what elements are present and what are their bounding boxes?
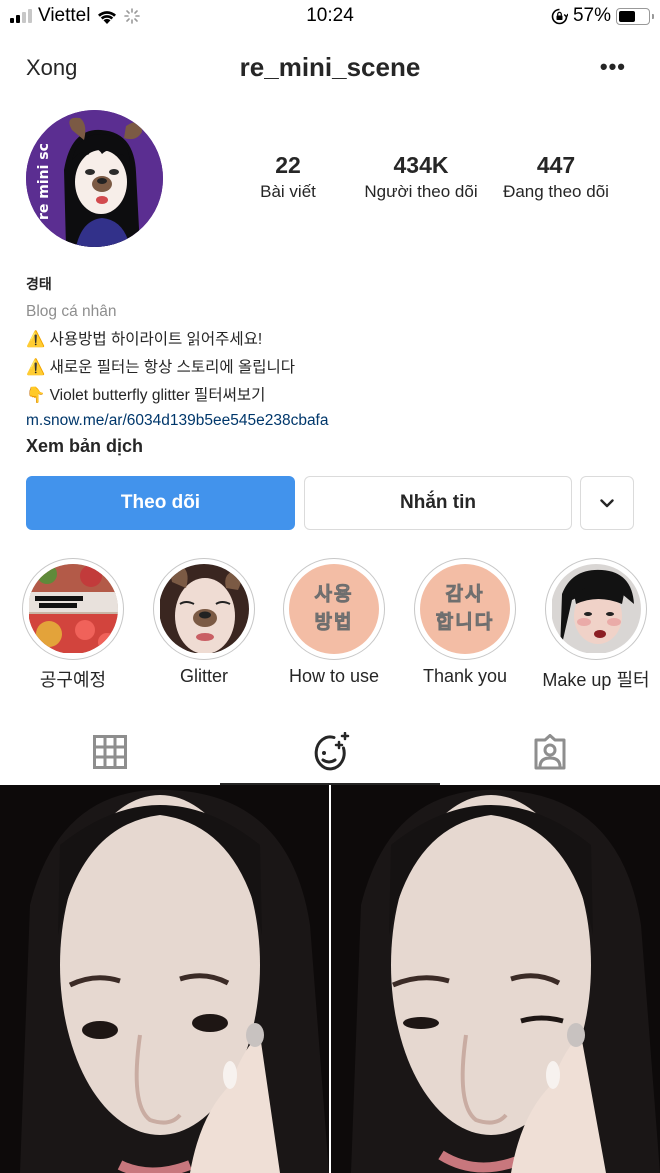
thumbnail-text: 사용 (314, 583, 354, 605)
highlight-ring (22, 558, 124, 660)
highlight-thumbnail (28, 564, 118, 654)
display-name: 경태 (26, 276, 52, 292)
highlight-ring: 감사 합니다 (414, 558, 516, 660)
thumbnail-text: 방법 (314, 612, 354, 634)
avatar-illustration: re mini sc (26, 110, 163, 247)
profile-stats: 22 Bài viết 434K Người theo dõi 447 Đang… (240, 152, 620, 202)
grid-icon (93, 734, 127, 769)
profile-tabs (0, 718, 660, 785)
stat-following-value: 447 (536, 152, 576, 178)
highlight-item[interactable]: 사용 방법 How to use (269, 558, 399, 687)
stat-posts-value: 22 (275, 152, 301, 178)
status-right: 57% (551, 5, 654, 27)
face-sparkle-icon (314, 731, 350, 770)
bio-line: 👇 Violet butterfly glitter 필터써보기 (26, 387, 266, 404)
bio-link[interactable]: m.snow.me/ar/6034d139b5ee545e238cbafa (26, 412, 626, 430)
stat-following[interactable]: 447 Đang theo dõi (496, 152, 616, 202)
tagged-person-icon (534, 733, 566, 769)
highlight-thumbnail: 사용 방법 (289, 564, 379, 654)
nav-bar: Xong re_mini_scene ••• (0, 46, 660, 90)
done-button[interactable]: Xong (26, 55, 77, 81)
stat-posts[interactable]: 22 Bài viết (240, 152, 336, 202)
see-translation-link[interactable]: Xem bản dịch (26, 436, 626, 457)
highlight-item[interactable]: Make up 필터 (531, 558, 660, 692)
highlight-item[interactable]: 감사 합니다 Thank you (400, 558, 530, 687)
stat-followers[interactable]: 434K Người theo dõi (346, 152, 496, 202)
battery-fill (619, 10, 635, 22)
highlight-thumbnail (159, 564, 249, 654)
effects-grid (0, 785, 660, 1173)
follow-button[interactable]: Theo dõi (26, 476, 295, 530)
highlight-thumbnail: 감사 합니다 (420, 564, 510, 654)
more-options-button[interactable]: ••• (600, 54, 626, 80)
stat-posts-label: Bài viết (260, 182, 316, 201)
profile-bio: 경태 Blog cá nhân ⚠️ 사용방법 하이라이트 읽어주세요! ⚠️ … (26, 274, 626, 457)
profile-username: re_mini_scene (239, 52, 421, 82)
suggested-accounts-button[interactable] (580, 476, 634, 530)
chevron-down-icon (600, 498, 614, 507)
highlight-ring (545, 558, 647, 660)
tab-effects[interactable] (220, 718, 440, 785)
post-thumbnail (0, 785, 329, 1173)
thumbnail-text: 감사 (445, 583, 485, 605)
grid-post[interactable] (0, 785, 329, 1173)
tab-tagged[interactable] (440, 718, 660, 785)
highlight-label: Thank you (422, 666, 508, 686)
more-dots-icon: ••• (599, 54, 626, 79)
highlight-item[interactable]: 공구예정 (8, 558, 138, 692)
highlight-ring: 사용 방법 (283, 558, 385, 660)
tab-posts-grid[interactable] (0, 718, 220, 785)
highlight-label: Glitter (179, 666, 228, 686)
bio-line: ⚠️ 사용방법 하이라이트 읽어주세요! (26, 331, 263, 348)
battery-percent: 57% (572, 5, 611, 26)
thumbnail-text: 합니다 (435, 612, 495, 634)
highlight-label: 공구예정 (39, 670, 107, 690)
status-bar: Viettel 10:24 57% (0, 0, 660, 34)
grid-post[interactable] (331, 785, 660, 1173)
highlight-label: How to use (288, 666, 380, 686)
post-thumbnail (331, 785, 660, 1173)
profile-avatar[interactable]: re mini sc (26, 110, 163, 247)
highlight-item[interactable]: Glitter (139, 558, 269, 687)
stat-followers-label: Người theo dõi (364, 182, 478, 201)
avatar-caption: re mini sc (36, 143, 52, 220)
orientation-lock-icon (551, 8, 568, 24)
highlight-ring (153, 558, 255, 660)
bio-line: ⚠️ 새로운 필터는 항상 스토리에 올립니다 (26, 359, 295, 376)
stat-following-label: Đang theo dõi (503, 182, 609, 201)
stat-followers-value: 434K (393, 152, 449, 178)
highlight-label: Make up 필터 (542, 670, 650, 690)
message-button[interactable]: Nhắn tin (304, 476, 572, 530)
profile-category: Blog cá nhân (26, 303, 117, 320)
story-highlights: 공구예정 Glitter 사용 방법 How to use 감사 합니다 Tha… (0, 558, 660, 698)
highlight-thumbnail (551, 564, 641, 654)
battery-icon (616, 7, 654, 25)
